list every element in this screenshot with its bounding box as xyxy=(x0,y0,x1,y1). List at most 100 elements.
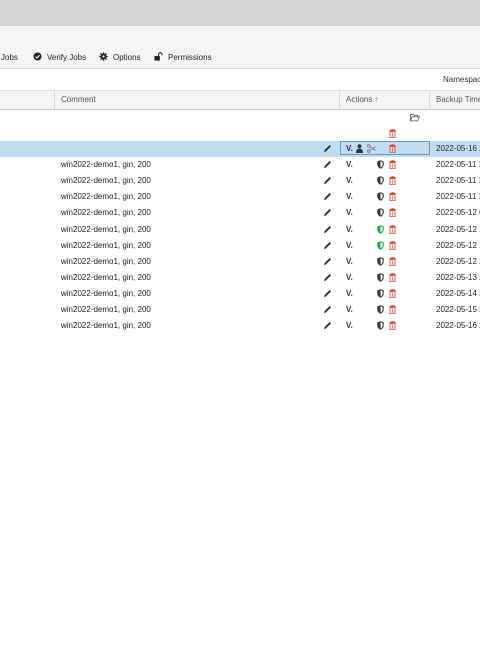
datastore-tab-bar: Jobs Verify Jobs Options Permissions xyxy=(0,47,480,69)
shield-icon[interactable] xyxy=(377,240,384,250)
pencil-icon[interactable] xyxy=(323,241,332,250)
backup-time-cell: 2022-05-11 1 xyxy=(436,192,480,202)
prune-icon[interactable] xyxy=(367,144,376,153)
column-header-backup-time[interactable]: Backup Time xyxy=(429,91,480,109)
snapshot-row[interactable]: win2022-demo1, gin, 200 V. 2022-05-12 1 xyxy=(0,238,480,254)
shield-icon[interactable] xyxy=(377,208,384,218)
window-top-bar xyxy=(0,0,480,26)
pencil-icon[interactable] xyxy=(323,225,332,234)
backup-time-cell: 2022-05-14 2 xyxy=(436,288,480,298)
snapshot-row[interactable]: win2022-demo1, gin, 200 V. 2022-05-12 0 xyxy=(0,205,480,221)
shield-icon[interactable] xyxy=(377,224,384,234)
snapshot-row[interactable]: win2022-demo1, gin, 200 V. 2022-05-13 2 xyxy=(0,270,480,286)
snapshot-row[interactable]: win2022-demo1, gin, 200 V. 2022-05-11 1 xyxy=(0,173,480,189)
snapshot-row[interactable]: win2022-demo1, gin, 200 V. 2022-05-12 2 xyxy=(0,254,480,270)
column-header-comment[interactable]: Comment xyxy=(54,91,340,109)
folder-open-icon xyxy=(410,113,420,122)
trash-icon[interactable] xyxy=(389,192,396,202)
trash-icon[interactable] xyxy=(389,272,396,282)
verify-button[interactable]: V. xyxy=(346,318,353,334)
trash-icon[interactable] xyxy=(389,288,396,298)
pencil-icon[interactable] xyxy=(323,273,332,282)
verify-button[interactable]: V. xyxy=(346,222,353,238)
trash-icon[interactable] xyxy=(389,224,396,234)
trash-icon[interactable] xyxy=(389,208,396,218)
shield-icon[interactable] xyxy=(377,192,384,201)
verify-button[interactable]: V. xyxy=(346,205,353,221)
backup-time-cell: 2022-05-12 0 xyxy=(436,208,480,218)
gear-icon xyxy=(99,52,108,61)
snapshot-row[interactable]: win2022-demo1, gin, 200 V. 2022-05-14 2 xyxy=(0,286,480,302)
backup-time-cell: 2022-05-16 2 xyxy=(436,321,480,331)
shield-icon[interactable] xyxy=(377,273,384,282)
pencil-icon[interactable] xyxy=(323,289,332,298)
namespace-label[interactable]: Namespac xyxy=(443,69,480,90)
verify-button[interactable]: V. xyxy=(346,141,353,157)
verify-button[interactable]: V. xyxy=(346,254,353,270)
column-header-comment-label: Comment xyxy=(61,95,96,104)
pencil-icon[interactable] xyxy=(323,208,332,217)
user-icon[interactable] xyxy=(356,144,363,153)
trash-icon[interactable] xyxy=(389,240,396,250)
verify-button[interactable]: V. xyxy=(346,173,353,189)
column-header-actions[interactable]: Actions ↑ xyxy=(339,91,429,109)
trash-icon[interactable] xyxy=(389,176,396,186)
pencil-icon[interactable] xyxy=(323,176,332,185)
comment-cell: win2022-demo1, gin, 200 xyxy=(61,192,151,202)
snapshot-row-selected[interactable]: V. 2022-05-16 2 xyxy=(0,141,480,157)
verify-button[interactable]: V. xyxy=(346,286,353,302)
pencil-icon[interactable] xyxy=(323,321,332,330)
pencil-icon[interactable] xyxy=(323,305,332,314)
tab-permissions[interactable]: Permissions xyxy=(154,47,212,68)
backup-time-cell: 2022-05-15 2 xyxy=(436,305,480,314)
tab-options-label: Options xyxy=(113,53,141,62)
snapshot-row[interactable]: win2022-demo1, gin, 200 V. 2022-05-12 1 xyxy=(0,222,480,238)
trash-icon[interactable] xyxy=(389,305,396,314)
tab-permissions-label: Permissions xyxy=(168,53,212,62)
snapshot-row[interactable]: win2022-demo1, gin, 200 V. 2022-05-15 2 xyxy=(0,302,480,318)
pencil-icon[interactable] xyxy=(323,160,332,169)
sort-ascending-icon: ↑ xyxy=(374,95,379,104)
verify-button[interactable]: V. xyxy=(346,238,353,254)
verify-button[interactable]: V. xyxy=(346,302,353,318)
namespace-bar: Namespac xyxy=(0,69,480,91)
group-row[interactable] xyxy=(0,126,480,142)
shield-icon[interactable] xyxy=(377,305,384,314)
tab-verify-jobs[interactable]: Verify Jobs xyxy=(33,47,86,68)
column-header-name[interactable] xyxy=(0,91,54,109)
backup-time-cell: 2022-05-11 1 xyxy=(436,176,480,186)
snapshot-row[interactable]: win2022-demo1, gin, 200 V. 2022-05-16 2 xyxy=(0,318,480,334)
comment-cell: win2022-demo1, gin, 200 xyxy=(61,240,151,250)
verify-button[interactable]: V. xyxy=(346,157,353,173)
trash-icon[interactable] xyxy=(389,256,396,266)
verify-button[interactable]: V. xyxy=(346,189,353,205)
trash-icon[interactable] xyxy=(389,321,396,331)
pencil-icon[interactable] xyxy=(323,192,332,201)
pencil-icon[interactable] xyxy=(323,144,332,153)
backup-time-cell: 2022-05-12 1 xyxy=(436,240,480,250)
column-header-backup-time-label: Backup Time xyxy=(436,95,480,104)
trash-icon[interactable] xyxy=(389,144,396,153)
namespace-row[interactable] xyxy=(0,110,480,126)
check-circle-icon xyxy=(33,52,42,61)
trash-icon[interactable] xyxy=(389,129,396,138)
pencil-icon[interactable] xyxy=(323,257,332,266)
snapshot-row[interactable]: win2022-demo1, gin, 200 V. 2022-05-11 1 xyxy=(0,157,480,173)
actions-cell-focus xyxy=(340,141,430,155)
snapshot-row[interactable]: win2022-demo1, gin, 200 V. 2022-05-11 1 xyxy=(0,189,480,205)
backup-time-cell: 2022-05-11 1 xyxy=(436,160,480,170)
verify-button[interactable]: V. xyxy=(346,270,353,286)
shield-icon[interactable] xyxy=(377,160,384,169)
comment-cell: win2022-demo1, gin, 200 xyxy=(61,256,151,266)
column-header-actions-label: Actions xyxy=(346,95,373,104)
tab-jobs[interactable]: Jobs xyxy=(1,47,18,68)
tab-options[interactable]: Options xyxy=(99,47,141,68)
comment-cell: win2022-demo1, gin, 200 xyxy=(61,288,151,298)
shield-icon[interactable] xyxy=(377,321,384,330)
shield-icon[interactable] xyxy=(377,176,384,185)
shield-icon[interactable] xyxy=(377,289,384,298)
unlock-icon xyxy=(154,52,163,61)
comment-cell: win2022-demo1, gin, 200 xyxy=(61,321,151,331)
shield-icon[interactable] xyxy=(377,256,384,266)
trash-icon[interactable] xyxy=(389,160,396,170)
